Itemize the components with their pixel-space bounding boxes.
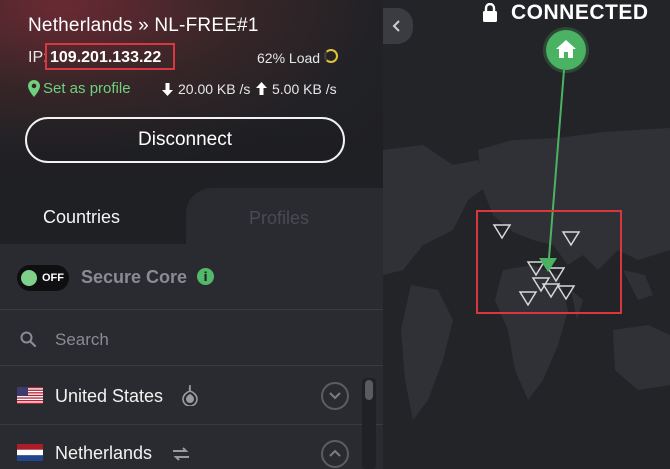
toggle-state-label: OFF xyxy=(42,272,64,284)
info-icon[interactable]: i xyxy=(197,268,214,285)
location-pin-icon xyxy=(28,80,40,97)
toggle-knob xyxy=(21,270,37,286)
server-load: 62% Load xyxy=(257,50,321,66)
us-flag-icon xyxy=(17,387,43,404)
secure-core-label: Secure Core xyxy=(81,267,188,287)
europe-highlight-box xyxy=(476,210,622,314)
connected-server-name: Netherlands » NL-FREE#1 xyxy=(28,15,259,36)
download-arrow-icon xyxy=(162,83,173,96)
load-ring-icon xyxy=(324,49,338,63)
tor-onion-icon xyxy=(182,384,198,406)
tab-countries[interactable]: Countries xyxy=(43,207,120,228)
secure-core-toggle[interactable]: OFF xyxy=(17,265,69,291)
upload-speed: 5.00 KB /s xyxy=(272,81,337,97)
nl-flag-icon xyxy=(17,444,43,461)
set-as-profile-link[interactable]: Set as profile xyxy=(43,80,131,97)
collapse-chevron-button[interactable] xyxy=(321,440,349,468)
connection-status: CONNECTED xyxy=(511,1,649,24)
p2p-arrows-icon xyxy=(173,447,189,461)
upload-arrow-icon xyxy=(256,82,267,95)
search-input[interactable] xyxy=(55,329,345,351)
divider xyxy=(0,309,383,310)
tab-profiles[interactable]: Profiles xyxy=(249,208,309,229)
download-speed: 20.00 KB /s xyxy=(178,81,251,97)
disconnect-button[interactable]: Disconnect xyxy=(25,117,345,163)
expand-chevron-button[interactable] xyxy=(321,382,349,410)
country-name[interactable]: United States xyxy=(55,386,163,407)
ip-address: 109.201.133.22 xyxy=(50,49,162,66)
chevron-down-icon xyxy=(329,392,341,400)
divider xyxy=(0,365,383,366)
divider xyxy=(0,424,383,425)
chevron-up-icon xyxy=(329,449,341,457)
country-name[interactable]: Netherlands xyxy=(55,443,152,464)
scrollbar-thumb[interactable] xyxy=(365,380,373,400)
collapse-sidebar-button[interactable] xyxy=(383,8,413,44)
home-location-button[interactable] xyxy=(546,30,586,70)
home-icon xyxy=(556,40,576,58)
chevron-left-icon xyxy=(392,20,400,32)
lock-icon xyxy=(483,3,497,22)
search-icon xyxy=(20,331,36,347)
